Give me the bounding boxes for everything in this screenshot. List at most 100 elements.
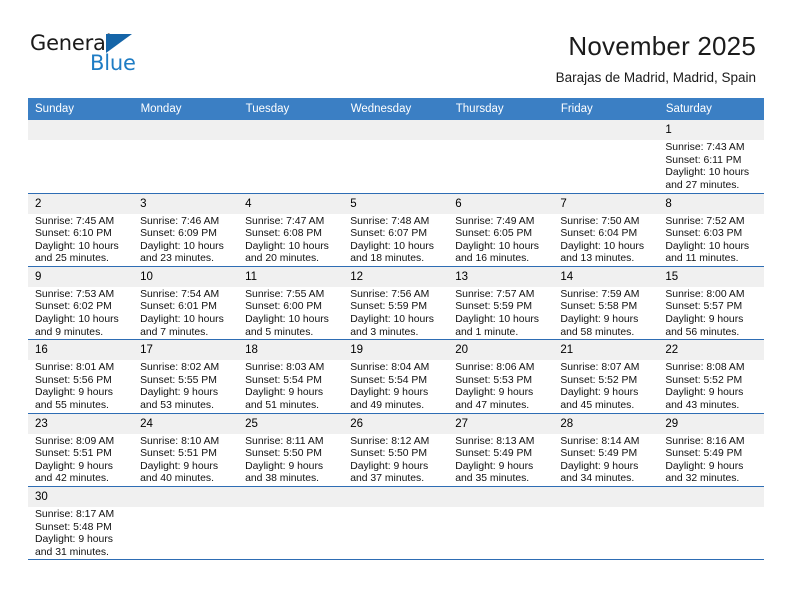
sunrise-text: Sunrise: 8:12 AM — [350, 435, 430, 447]
calendar-day-cell[interactable]: 16 Sunrise: 8:01 AM Sunset: 5:56 PM Dayligh… — [28, 339, 134, 414]
daylight-text-line1: Daylight: 10 hours — [35, 240, 119, 252]
day-sun-info: Sunrise: 8:11 AM Sunset: 5:50 PM Daylight:… — [238, 434, 343, 486]
daylight-text-line2: and 42 minutes. — [35, 473, 109, 485]
calendar-day-cell[interactable]: 27 Sunrise: 8:13 AM Sunset: 5:49 PM Dayligh… — [448, 413, 554, 488]
day-sun-info: Sunrise: 8:13 AM Sunset: 5:49 PM Daylight:… — [448, 434, 553, 486]
calendar-day-cell[interactable]: 22 Sunrise: 8:08 AM Sunset: 5:52 PM Dayligh… — [658, 339, 764, 414]
day-number: 4 — [238, 193, 344, 214]
daylight-text-line1: Daylight: 9 hours — [560, 314, 639, 326]
calendar-day-cell[interactable]: 2 Sunrise: 7:45 AM Sunset: 6:10 PM Daylight… — [28, 193, 134, 267]
calendar-day-cell[interactable]: 25 Sunrise: 8:11 AM Sunset: 5:50 PM Dayligh… — [238, 413, 344, 488]
calendar-cell-empty — [553, 486, 659, 561]
calendar-day-cell[interactable]: 7 Sunrise: 7:50 AM Sunset: 6:04 PM Daylight… — [553, 193, 659, 267]
calendar-day-cell[interactable]: 29 Sunrise: 8:16 AM Sunset: 5:49 PM Dayligh… — [658, 413, 764, 488]
calendar-day-cell[interactable]: 18 Sunrise: 8:03 AM Sunset: 5:54 PM Dayligh… — [238, 339, 344, 414]
calendar-day-cell[interactable]: 19 Sunrise: 8:04 AM Sunset: 5:54 PM Dayligh… — [343, 339, 449, 414]
daylight-text-line2: and 3 minutes. — [350, 326, 419, 338]
day-sun-info: Sunrise: 7:56 AM Sunset: 5:59 PM Daylight:… — [343, 287, 448, 339]
calendar-day-cell[interactable]: 21 Sunrise: 8:07 AM Sunset: 5:52 PM Dayligh… — [553, 339, 659, 414]
daylight-text-line2: and 27 minutes. — [665, 179, 740, 191]
calendar-day-cell[interactable]: 9 Sunrise: 7:53 AM Sunset: 6:02 PM Daylight… — [28, 266, 134, 341]
calendar-day-cell[interactable]: 12 Sunrise: 7:56 AM Sunset: 5:59 PM Dayligh… — [343, 266, 449, 341]
daylight-text-line2: and 40 minutes. — [140, 473, 214, 485]
day-number: 9 — [28, 266, 134, 287]
calendar-day-cell[interactable]: 8 Sunrise: 7:52 AM Sunset: 6:03 PM Daylight… — [658, 193, 764, 267]
day-sun-info: Sunrise: 7:47 AM Sunset: 6:08 PM Daylight:… — [238, 214, 343, 266]
sunset-text: Sunset: 6:10 PM — [35, 228, 112, 240]
calendar-day-cell[interactable]: 17 Sunrise: 8:02 AM Sunset: 5:55 PM Dayligh… — [133, 339, 239, 414]
sunset-text: Sunset: 5:49 PM — [665, 448, 743, 460]
day-number: 20 — [448, 340, 554, 361]
calendar-day-cell[interactable]: 1 Sunrise: 7:43 AM Sunset: 6:11 PM Daylight… — [658, 120, 764, 194]
calendar-cell-empty — [553, 120, 659, 194]
day-number: 12 — [343, 266, 449, 287]
calendar-cell-empty — [238, 486, 344, 561]
sunrise-text: Sunrise: 7:49 AM — [455, 215, 535, 227]
daylight-text-line2: and 56 minutes. — [665, 326, 740, 338]
calendar-day-cell[interactable]: 14 Sunrise: 7:59 AM Sunset: 5:58 PM Dayligh… — [553, 266, 659, 341]
sunrise-text: Sunrise: 7:45 AM — [35, 215, 115, 227]
calendar-day-cell[interactable]: 26 Sunrise: 8:12 AM Sunset: 5:50 PM Dayligh… — [343, 413, 449, 488]
day-sun-info: Sunrise: 7:53 AM Sunset: 6:02 PM Daylight:… — [28, 287, 133, 339]
calendar-day-cell[interactable]: 30 Sunrise: 8:17 AM Sunset: 5:48 PM Dayligh… — [28, 486, 134, 561]
daylight-text-line2: and 5 minutes. — [245, 326, 314, 338]
day-sun-info: Sunrise: 8:02 AM Sunset: 5:55 PM Daylight:… — [133, 360, 238, 412]
day-sun-info: Sunrise: 7:55 AM Sunset: 6:00 PM Daylight:… — [238, 287, 343, 339]
calendar-day-cell[interactable]: 4 Sunrise: 7:47 AM Sunset: 6:08 PM Daylight… — [238, 193, 344, 267]
daylight-text-line1: Daylight: 10 hours — [560, 240, 645, 252]
day-number: 25 — [238, 413, 344, 434]
calendar-cell-empty — [343, 120, 449, 194]
calendar-day-cell[interactable]: 23 Sunrise: 8:09 AM Sunset: 5:51 PM Dayligh… — [28, 413, 134, 488]
calendar-day-cell[interactable]: 11 Sunrise: 7:55 AM Sunset: 6:00 PM Dayligh… — [238, 266, 344, 341]
sunrise-text: Sunrise: 8:08 AM — [665, 362, 745, 374]
calendar-day-cell[interactable]: 3 Sunrise: 7:46 AM Sunset: 6:09 PM Daylight… — [133, 193, 239, 267]
sunrise-text: Sunrise: 7:46 AM — [140, 215, 220, 227]
calendar-day-cell[interactable]: 5 Sunrise: 7:48 AM Sunset: 6:07 PM Daylight… — [343, 193, 449, 267]
sunset-text: Sunset: 5:51 PM — [140, 448, 217, 460]
sunrise-text: Sunrise: 8:09 AM — [35, 435, 115, 447]
day-number — [553, 120, 659, 140]
daylight-text-line1: Daylight: 9 hours — [35, 460, 113, 472]
day-number: 22 — [658, 340, 764, 361]
sunset-text: Sunset: 6:00 PM — [245, 301, 322, 313]
day-number: 5 — [343, 193, 449, 214]
day-number: 6 — [448, 193, 554, 214]
day-number: 13 — [448, 266, 554, 287]
calendar-day-cell[interactable]: 24 Sunrise: 8:10 AM Sunset: 5:51 PM Dayligh… — [133, 413, 239, 488]
calendar-cell-empty — [133, 120, 239, 194]
day-number — [658, 487, 764, 507]
day-number: 3 — [133, 193, 239, 214]
sunrise-text: Sunrise: 7:47 AM — [245, 215, 325, 227]
calendar-day-cell[interactable]: 20 Sunrise: 8:06 AM Sunset: 5:53 PM Dayligh… — [448, 339, 554, 414]
weekday-header-saturday: Saturday — [658, 98, 765, 120]
calendar-cell-empty — [133, 486, 239, 561]
daylight-text-line2: and 47 minutes. — [455, 400, 530, 412]
day-sun-info: Sunrise: 7:50 AM Sunset: 6:04 PM Daylight:… — [553, 214, 658, 266]
day-number — [343, 120, 449, 140]
calendar-day-cell[interactable]: 13 Sunrise: 7:57 AM Sunset: 5:59 PM Dayligh… — [448, 266, 554, 341]
daylight-text-line2: and 43 minutes. — [665, 400, 740, 412]
daylight-text-line1: Daylight: 9 hours — [665, 387, 744, 399]
sunrise-text: Sunrise: 7:59 AM — [560, 288, 640, 300]
daylight-text-line2: and 58 minutes. — [560, 326, 635, 338]
day-sun-info: Sunrise: 8:14 AM Sunset: 5:49 PM Daylight:… — [553, 434, 658, 486]
daylight-text-line1: Daylight: 9 hours — [140, 460, 219, 472]
sunset-text: Sunset: 6:09 PM — [140, 228, 217, 240]
daylight-text-line2: and 31 minutes. — [35, 546, 109, 558]
day-number: 1 — [658, 120, 764, 140]
daylight-text-line1: Daylight: 9 hours — [245, 460, 324, 472]
calendar-day-cell[interactable]: 28 Sunrise: 8:14 AM Sunset: 5:49 PM Dayligh… — [553, 413, 659, 488]
calendar-day-cell[interactable]: 6 Sunrise: 7:49 AM Sunset: 6:05 PM Daylight… — [448, 193, 554, 267]
daylight-text-line1: Daylight: 9 hours — [140, 387, 219, 399]
day-number — [238, 487, 344, 507]
sunrise-text: Sunrise: 8:13 AM — [455, 435, 535, 447]
general-blue-logo[interactable]: General Blue — [30, 30, 150, 78]
sunset-text: Sunset: 6:02 PM — [35, 301, 112, 313]
calendar-day-cell[interactable]: 15 Sunrise: 8:00 AM Sunset: 5:57 PM Dayligh… — [658, 266, 764, 341]
sunset-text: Sunset: 5:49 PM — [560, 448, 638, 460]
day-number: 30 — [28, 487, 134, 507]
sunrise-text: Sunrise: 8:14 AM — [560, 435, 640, 447]
sunrise-text: Sunrise: 8:03 AM — [245, 362, 325, 374]
calendar-day-cell[interactable]: 10 Sunrise: 7:54 AM Sunset: 6:01 PM Dayligh… — [133, 266, 239, 341]
day-number: 14 — [553, 266, 659, 287]
